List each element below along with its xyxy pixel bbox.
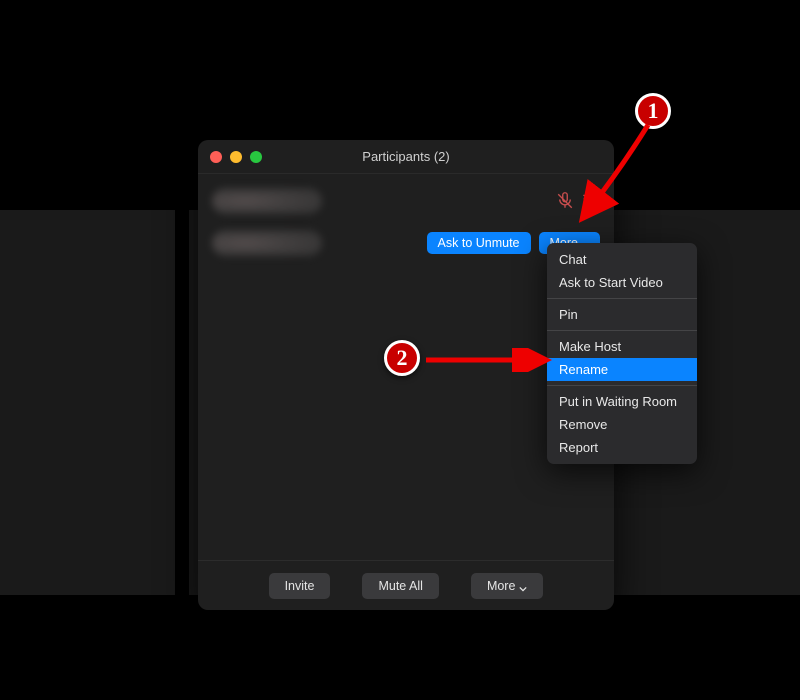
- chevron-down-icon: [519, 582, 527, 590]
- video-off-icon: [582, 192, 600, 210]
- footer-more-label: More: [487, 579, 515, 593]
- mic-muted-icon: [556, 192, 574, 210]
- mute-all-button[interactable]: Mute All: [362, 573, 438, 599]
- menu-item-waiting-room[interactable]: Put in Waiting Room: [547, 390, 697, 413]
- zoom-window-button[interactable]: [250, 151, 262, 163]
- minimize-window-button[interactable]: [230, 151, 242, 163]
- menu-item-remove[interactable]: Remove: [547, 413, 697, 436]
- menu-item-make-host[interactable]: Make Host: [547, 335, 697, 358]
- menu-separator: [547, 330, 697, 331]
- more-dropdown-menu: Chat Ask to Start Video Pin Make Host Re…: [547, 243, 697, 464]
- titlebar: Participants (2): [198, 140, 614, 174]
- background-gap: [175, 210, 189, 595]
- menu-item-ask-video[interactable]: Ask to Start Video: [547, 271, 697, 294]
- ask-to-unmute-button[interactable]: Ask to Unmute: [427, 232, 531, 254]
- annotation-badge-1: 1: [635, 93, 671, 129]
- annotation-number: 2: [397, 345, 408, 371]
- annotation-number: 1: [648, 98, 659, 124]
- menu-item-pin[interactable]: Pin: [547, 303, 697, 326]
- participant-row[interactable]: [198, 180, 614, 222]
- menu-item-chat[interactable]: Chat: [547, 248, 697, 271]
- invite-button[interactable]: Invite: [269, 573, 331, 599]
- close-window-button[interactable]: [210, 151, 222, 163]
- menu-item-rename[interactable]: Rename: [547, 358, 697, 381]
- footer-more-button[interactable]: More: [471, 573, 543, 599]
- menu-separator: [547, 298, 697, 299]
- participant-name-redacted: [212, 188, 322, 214]
- annotation-badge-2: 2: [384, 340, 420, 376]
- menu-separator: [547, 385, 697, 386]
- traffic-lights: [198, 151, 262, 163]
- participant-name-redacted: [212, 230, 322, 256]
- panel-footer: Invite Mute All More: [198, 560, 614, 610]
- menu-item-report[interactable]: Report: [547, 436, 697, 459]
